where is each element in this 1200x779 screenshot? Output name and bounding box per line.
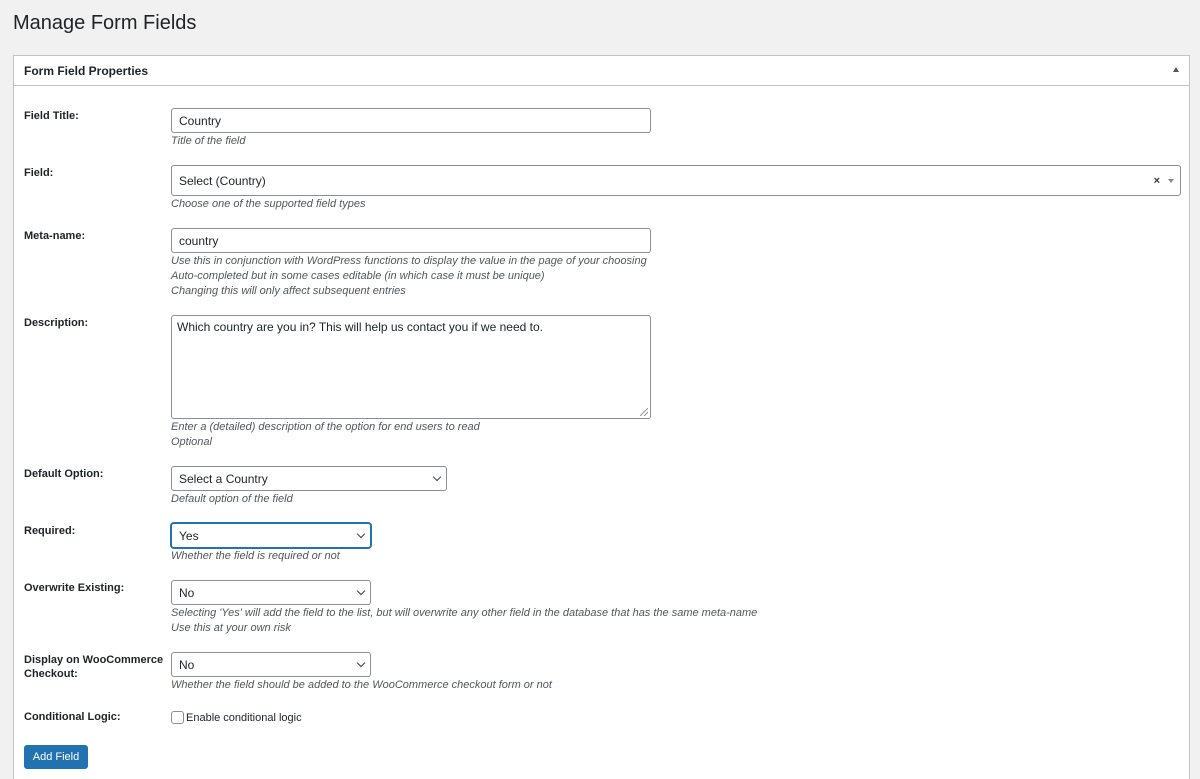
meta-name-input[interactable]: country bbox=[171, 228, 651, 253]
field-title-label: Field Title: bbox=[24, 110, 79, 122]
help-line: Use this at your own risk bbox=[171, 622, 291, 634]
help-line: Use this in conjunction with WordPress f… bbox=[171, 255, 647, 267]
help-line: Default option of the field bbox=[171, 493, 293, 505]
clear-selection-icon[interactable]: × bbox=[1154, 175, 1160, 187]
help-line: Choose one of the supported field types bbox=[171, 198, 366, 210]
description-textarea[interactable]: Which country are you in? This will help… bbox=[171, 315, 651, 419]
help-line: Enter a (detailed) description of the op… bbox=[171, 421, 480, 433]
woocommerce-label: Display on WooCommerce Checkout: bbox=[24, 653, 163, 681]
description-label: Description: bbox=[24, 317, 89, 329]
help-line: Auto-completed but in some cases editabl… bbox=[171, 270, 545, 282]
required-value: Yes bbox=[179, 528, 199, 543]
help-line: Title of the field bbox=[171, 135, 246, 147]
default-option-help: Default option of the field bbox=[171, 492, 293, 507]
description-help: Enter a (detailed) description of the op… bbox=[171, 420, 480, 450]
meta-name-label: Meta-name: bbox=[24, 230, 86, 242]
required-help: Whether the field is required or not bbox=[171, 549, 340, 564]
chevron-down-icon bbox=[356, 529, 366, 538]
overwrite-help: Selecting 'Yes' will add the field to th… bbox=[171, 606, 757, 636]
field-title-input[interactable]: Country bbox=[171, 108, 651, 133]
required-select[interactable]: Yes bbox=[171, 523, 371, 548]
field-type-value: Select (Country) bbox=[179, 173, 266, 188]
description-value: Which country are you in? This will help… bbox=[177, 320, 543, 334]
help-line: Selecting 'Yes' will add the field to th… bbox=[171, 607, 758, 619]
resize-handle-icon[interactable] bbox=[640, 408, 648, 416]
default-option-select[interactable]: Select a Country bbox=[171, 466, 447, 491]
page-title: Manage Form Fields bbox=[13, 12, 197, 34]
panel-header[interactable]: Form Field Properties bbox=[14, 56, 1189, 86]
panel-title: Form Field Properties bbox=[24, 64, 149, 78]
overwrite-select[interactable]: No bbox=[171, 580, 371, 605]
chevron-down-icon bbox=[432, 472, 442, 481]
dropdown-arrow-icon bbox=[1168, 178, 1174, 183]
label-line: Checkout: bbox=[24, 668, 78, 680]
field-type-select[interactable]: Select (Country) × bbox=[171, 165, 1181, 196]
form-field-properties-panel: Form Field Properties Field Title: Count… bbox=[13, 55, 1190, 779]
woocommerce-value: No bbox=[179, 657, 195, 672]
help-line: Changing this will only affect subsequen… bbox=[171, 285, 406, 297]
overwrite-label: Overwrite Existing: bbox=[24, 582, 125, 594]
default-option-value: Select a Country bbox=[179, 471, 268, 486]
meta-name-value: country bbox=[179, 233, 219, 248]
chevron-down-icon bbox=[356, 586, 366, 595]
collapse-arrow-icon[interactable] bbox=[1173, 67, 1179, 72]
field-title-value: Country bbox=[179, 113, 222, 128]
field-type-label: Field: bbox=[24, 167, 54, 179]
conditional-logic-label: Conditional Logic: bbox=[24, 711, 121, 723]
conditional-logic-checkbox[interactable] bbox=[171, 711, 184, 724]
add-field-button[interactable]: Add Field bbox=[24, 745, 88, 769]
required-label: Required: bbox=[24, 525, 76, 537]
conditional-logic-option[interactable]: Enable conditional logic bbox=[171, 711, 302, 724]
help-line: Whether the field is required or not bbox=[171, 550, 340, 562]
field-type-help: Choose one of the supported field types bbox=[171, 197, 365, 212]
overwrite-value: No bbox=[179, 585, 195, 600]
help-line: Optional bbox=[171, 436, 212, 448]
help-line: Whether the field should be added to the… bbox=[171, 679, 552, 691]
chevron-down-icon bbox=[356, 658, 366, 667]
field-title-help: Title of the field bbox=[171, 134, 246, 149]
label-line: Display on WooCommerce bbox=[24, 654, 164, 666]
woocommerce-help: Whether the field should be added to the… bbox=[171, 678, 552, 693]
conditional-logic-checkbox-label[interactable]: Enable conditional logic bbox=[186, 712, 302, 724]
woocommerce-select[interactable]: No bbox=[171, 652, 371, 677]
default-option-label: Default Option: bbox=[24, 468, 104, 480]
meta-name-help: Use this in conjunction with WordPress f… bbox=[171, 254, 647, 299]
